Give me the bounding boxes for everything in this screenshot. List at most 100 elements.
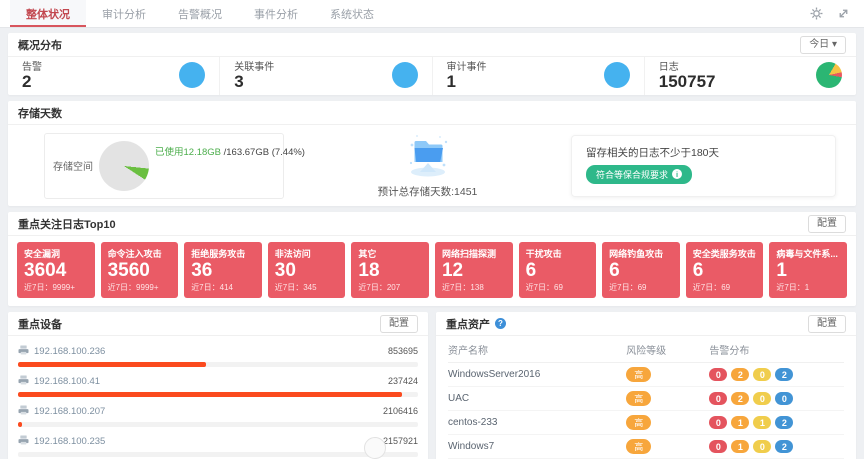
tab-1[interactable]: 整体状况 [10,0,86,27]
alert-badge-critical: 0 [709,416,727,429]
device-row[interactable]: 192.168.100.41 237424 [18,369,418,399]
blue-circle-icon [179,62,205,88]
device-value: 2106416 [383,406,418,416]
retention-panel: 留存相关的日志不少于180天 符合等保合规要求 i [571,135,836,197]
device-ip: 192.168.100.41 [34,376,383,387]
fullscreen-expand-icon[interactable] [837,7,850,20]
pie-icon [816,62,842,88]
tab-label: 事件分析 [254,6,298,22]
device-row[interactable]: 192.168.100.236 853695 [18,339,418,369]
device-row-top: 192.168.100.41 237424 [18,372,418,390]
device-bar-fill [18,392,402,397]
asset-row[interactable]: centos-233 高 0112 [448,411,844,435]
device-value: 2157921 [383,436,418,446]
compliance-badge-button[interactable]: 符合等保合规要求 i [586,165,692,184]
asset-name: centos-233 [448,417,626,428]
log-card-title: 命令注入攻击 [108,247,172,260]
device-row-top: 192.168.100.236 853695 [18,342,418,360]
log-card[interactable]: 安全类服务攻击 6 近7日：69 [686,242,764,298]
bottom-row: 重点设备 配置 192.168.100.236 853695 [8,312,856,459]
tab-3[interactable]: 告警概况 [162,0,238,27]
asset-row[interactable]: UAC 高 0200 [448,387,844,411]
compliance-label: 符合等保合规要求 [596,168,668,181]
alert-badge-medium: 0 [753,368,771,381]
blue-circle-icon [392,62,418,88]
log-card-value: 6 [526,260,590,282]
device-ip: 192.168.100.236 [34,346,383,357]
top-logs-card: 重点关注日志Top10 配置 安全漏洞 3604 近7日：9999+ 命令注入攻… [8,212,856,306]
log-card-value: 18 [358,260,422,282]
log-card-title: 其它 [358,247,422,260]
asset-row[interactable]: Windows7 高 0102 [448,435,844,459]
storage-days-panel: 预计总存储天数:1451 [284,132,571,199]
stat-card: 审计事件 1 [433,57,645,95]
storage-used-value: 已使用12.18GB [155,147,221,158]
log-card[interactable]: 干扰攻击 6 近7日：69 [519,242,597,298]
storage-days-text: 预计总存储天数:1451 [378,184,478,199]
device-bar-fill [18,362,206,367]
log-card-value: 12 [442,260,506,282]
assets-rows: WindowsServer2016 高 0202 UAC 高 0200 cent… [448,363,844,459]
log-card[interactable]: 非法访问 30 近7日：345 [268,242,346,298]
assets-header-risk: 风险等级 [626,342,709,357]
stat-label: 关联事件 [234,58,391,73]
tab-label: 系统状态 [330,6,374,22]
alert-badge-high: 2 [731,368,749,381]
tab-2[interactable]: 审计分析 [86,0,162,27]
risk-badge: 高 [626,391,651,406]
tab-4[interactable]: 事件分析 [238,0,314,27]
log-card[interactable]: 安全漏洞 3604 近7日：9999+ [17,242,95,298]
log-card-week: 近7日：69 [693,282,757,293]
alert-badge-low: 0 [775,392,793,405]
help-icon[interactable]: ? [495,318,506,329]
storage-space-panel: 存储空间 已使用12.18GB /163.67GB (7.44%) [44,133,284,199]
device-row[interactable]: 192.168.100.235 2157921 [18,429,418,459]
log-card-title: 拒绝服务攻击 [191,247,255,260]
scroll-bubble[interactable] [364,437,386,459]
alert-badge-low: 2 [775,368,793,381]
asset-name: UAC [448,393,626,404]
log-card-value: 3604 [24,260,88,282]
storage-space-pie-chart [99,141,149,191]
storage-title: 存储天数 [18,105,62,121]
device-value: 237424 [388,376,418,386]
gear-icon[interactable] [810,7,823,20]
log-card[interactable]: 病毒与文件系... 1 近7日：1 [769,242,847,298]
asset-risk: 高 [626,367,709,382]
device-icon [18,432,29,450]
log-card-week: 近7日：345 [275,282,339,293]
date-filter-dropdown[interactable]: 今日 ▾ [800,36,846,54]
log-card[interactable]: 命令注入攻击 3560 近7日：9999+ [101,242,179,298]
devices-config-button[interactable]: 配置 [380,315,418,333]
log-card[interactable]: 拒绝服务攻击 36 近7日：414 [184,242,262,298]
overview-title: 概况分布 [18,37,62,53]
log-card-title: 网络钓鱼攻击 [609,247,673,260]
asset-name: WindowsServer2016 [448,369,626,380]
assets-config-button[interactable]: 配置 [808,315,846,333]
log-card[interactable]: 网络钓鱼攻击 6 近7日：69 [602,242,680,298]
log-card-value: 1 [776,260,840,282]
dashboard-content: 概况分布 今日 ▾ 告警 2 关联事件 3 审计事件 1 日志 150757 [0,28,864,459]
device-bar-track [18,422,418,427]
asset-row[interactable]: WindowsServer2016 高 0202 [448,363,844,387]
device-row[interactable]: 192.168.100.207 2106416 [18,399,418,429]
log-card-title: 非法访问 [275,247,339,260]
assets-table: 资产名称 风险等级 告警分布 WindowsServer2016 高 0202 … [436,336,856,459]
tab-5[interactable]: 系统状态 [314,0,390,27]
asset-alert-distribution: 0112 [709,416,844,429]
alert-badge-medium: 1 [753,416,771,429]
log-card[interactable]: 网络扫描探测 12 近7日：138 [435,242,513,298]
alert-badge-critical: 0 [709,392,727,405]
log-card-week: 近7日：69 [609,282,673,293]
folder-icon [404,132,452,183]
top-logs-title: 重点关注日志Top10 [18,216,116,232]
log-card-week: 近7日：9999+ [24,282,88,293]
log-card[interactable]: 其它 18 近7日：207 [351,242,429,298]
assets-card: 重点资产 ? 配置 资产名称 风险等级 告警分布 WindowsServer20… [436,312,856,459]
top-logs-list: 安全漏洞 3604 近7日：9999+ 命令注入攻击 3560 近7日：9999… [8,236,856,306]
devices-title: 重点设备 [18,316,62,332]
date-filter-label: 今日 [809,39,829,50]
device-icon [18,372,29,390]
overview-stats: 告警 2 关联事件 3 审计事件 1 日志 150757 [8,57,856,95]
top-logs-config-button[interactable]: 配置 [808,215,846,233]
